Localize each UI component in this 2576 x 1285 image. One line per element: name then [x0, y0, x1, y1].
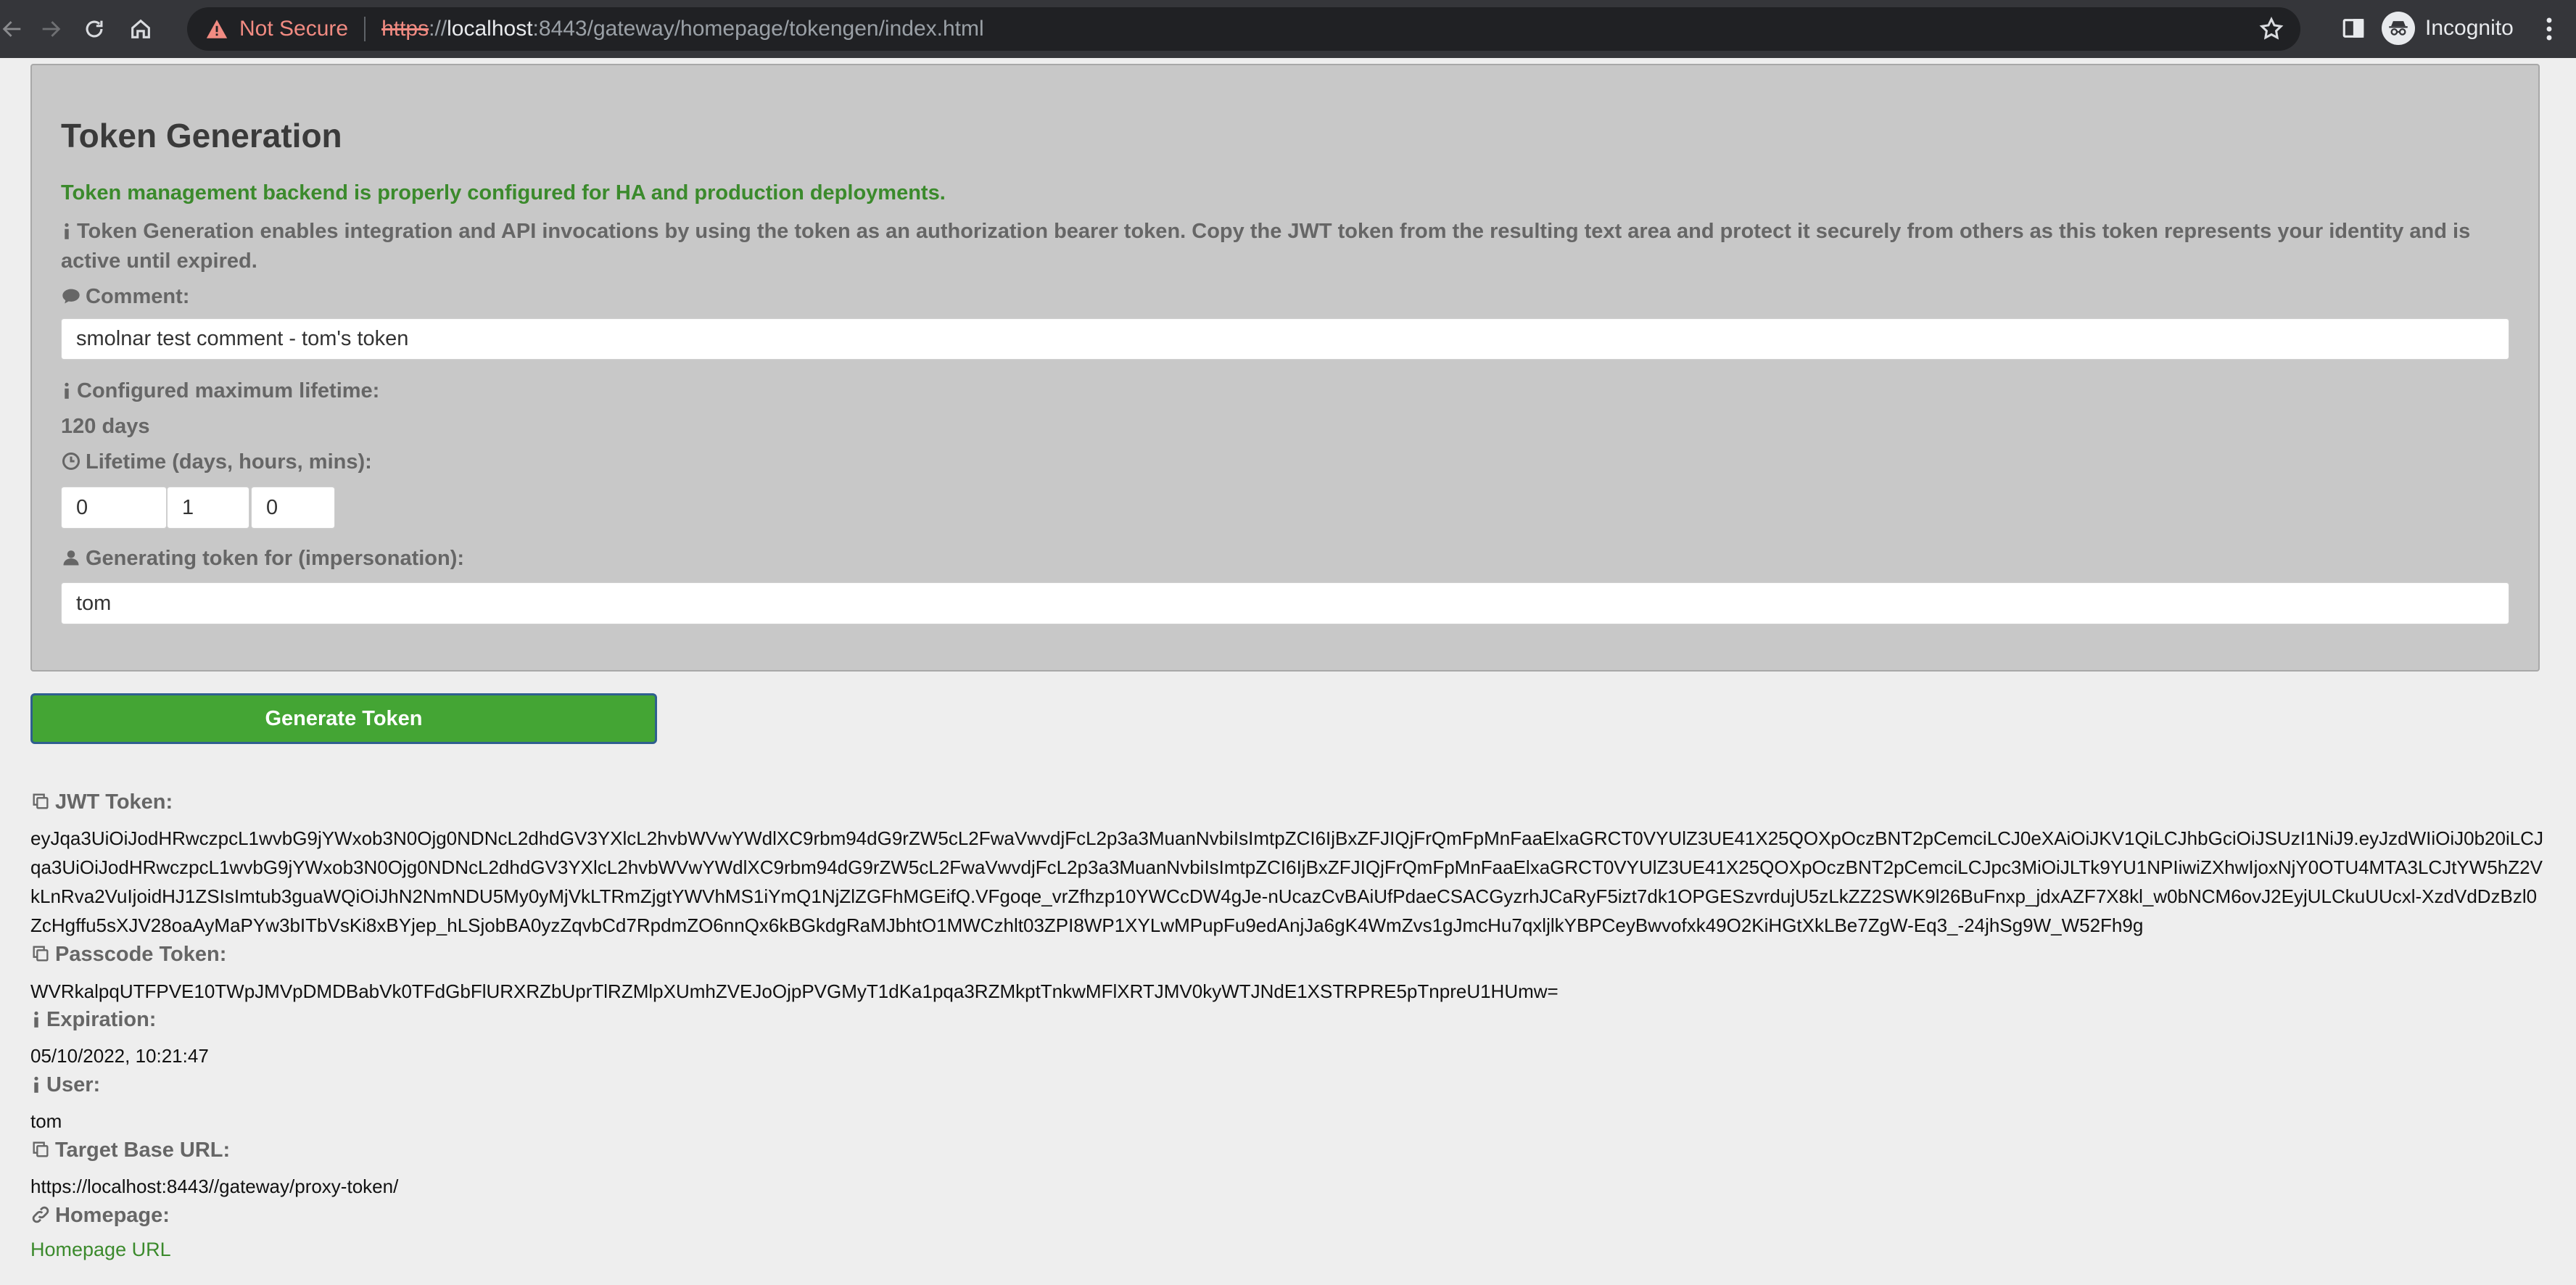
home-button[interactable] [117, 6, 164, 52]
link-icon [32, 1206, 49, 1223]
side-panel-icon[interactable] [2341, 16, 2366, 41]
url-scheme: https [381, 17, 429, 41]
copy-icon[interactable] [30, 1139, 51, 1160]
impersonation-label: Generating token for (impersonation): [61, 547, 464, 571]
back-button[interactable] [0, 6, 30, 52]
max-lifetime-label-text: Configured maximum lifetime: [77, 379, 380, 402]
info-icon [34, 1076, 38, 1093]
copy-icon[interactable] [30, 791, 51, 811]
passcode-token-value[interactable]: WVRkalpqUTFPVE10TWpJMVpDMDBabVk0TFdGbFlU… [30, 980, 1559, 1003]
max-lifetime-value: 120 days [61, 415, 150, 438]
lifetime-label-text: Lifetime (days, hours, mins): [86, 450, 372, 474]
homepage-label: Homepage: [30, 1204, 170, 1228]
url-separator [364, 17, 366, 41]
forward-button[interactable] [30, 6, 71, 52]
info-icon [34, 1011, 38, 1028]
expiration-label-text: Expiration: [46, 1008, 157, 1031]
star-icon[interactable] [2258, 16, 2284, 42]
comment-icon [62, 289, 80, 304]
token-info-body: Token Generation enables integration and… [61, 220, 2471, 273]
url-text[interactable]: https://localhost:8443/gateway/homepage/… [381, 17, 984, 41]
user-label: User: [30, 1073, 100, 1097]
page-title: Token Generation [61, 117, 342, 154]
not-secure-label[interactable]: Not Secure [239, 17, 348, 41]
target-base-url-label-text: Target Base URL: [55, 1139, 231, 1162]
home-icon [131, 19, 150, 38]
jwt-token-label-text: JWT Token: [55, 790, 173, 814]
info-icon [65, 382, 69, 399]
impersonation-input[interactable] [61, 582, 2509, 624]
url-scheme-separator: :// [429, 17, 447, 41]
impersonation-label-text: Generating token for (impersonation): [86, 547, 465, 570]
comment-input[interactable] [61, 318, 2509, 360]
token-info-text: Token Generation enables integration and… [61, 217, 2505, 276]
user-label-text: User: [46, 1073, 101, 1096]
jwt-token-label: JWT Token: [30, 790, 173, 814]
generate-token-button[interactable]: Generate Token [30, 693, 657, 744]
browser-toolbar: Not Secure https://localhost:8443/gatewa… [0, 0, 2576, 58]
lifetime-label: Lifetime (days, hours, mins): [61, 450, 372, 474]
info-icon [65, 223, 69, 239]
passcode-token-label-text: Passcode Token: [55, 943, 227, 966]
target-base-url-value[interactable]: https://localhost:8443//gateway/proxy-to… [30, 1175, 398, 1198]
clock-icon [62, 452, 80, 471]
max-lifetime-label: Configured maximum lifetime: [61, 379, 379, 403]
lifetime-mins-input[interactable] [251, 487, 335, 529]
incognito-icon [2382, 12, 2415, 45]
user-value: tom [30, 1110, 62, 1132]
backend-status-message: Token management backend is properly con… [61, 181, 946, 204]
homepage-label-text: Homepage: [55, 1204, 170, 1227]
user-icon [63, 550, 79, 566]
expiration-value: 05/10/2022, 10:21:47 [30, 1045, 209, 1067]
copy-icon[interactable] [30, 943, 51, 964]
address-bar[interactable]: Not Secure https://localhost:8443/gatewa… [187, 7, 2300, 51]
lifetime-hours-input[interactable] [167, 487, 249, 529]
incognito-badge[interactable]: Incognito [2382, 12, 2514, 45]
warning-icon [206, 20, 228, 38]
arrow-left-icon [2, 21, 21, 37]
lifetime-days-input[interactable] [61, 487, 167, 529]
expiration-label: Expiration: [30, 1008, 156, 1032]
reload-button[interactable] [71, 6, 117, 52]
incognito-label: Incognito [2425, 16, 2514, 40]
kebab-menu-icon[interactable] [2546, 16, 2553, 42]
url-path: :8443/gateway/homepage/tokengen/index.ht… [532, 17, 984, 41]
target-base-url-label: Target Base URL: [30, 1139, 230, 1162]
url-host: localhost [447, 17, 533, 41]
comment-label-text: Comment: [86, 285, 190, 308]
reload-icon [86, 20, 103, 38]
passcode-token-label: Passcode Token: [30, 943, 226, 967]
jwt-token-value[interactable]: eyJqa3UiOiJodHRwczpcL1wvbG9jYWxob3N0Ojg0… [30, 824, 2547, 940]
comment-label: Comment: [61, 285, 189, 309]
arrow-right-icon [42, 21, 61, 37]
token-form-panel [30, 64, 2540, 672]
homepage-url-link[interactable]: Homepage URL [30, 1239, 171, 1261]
